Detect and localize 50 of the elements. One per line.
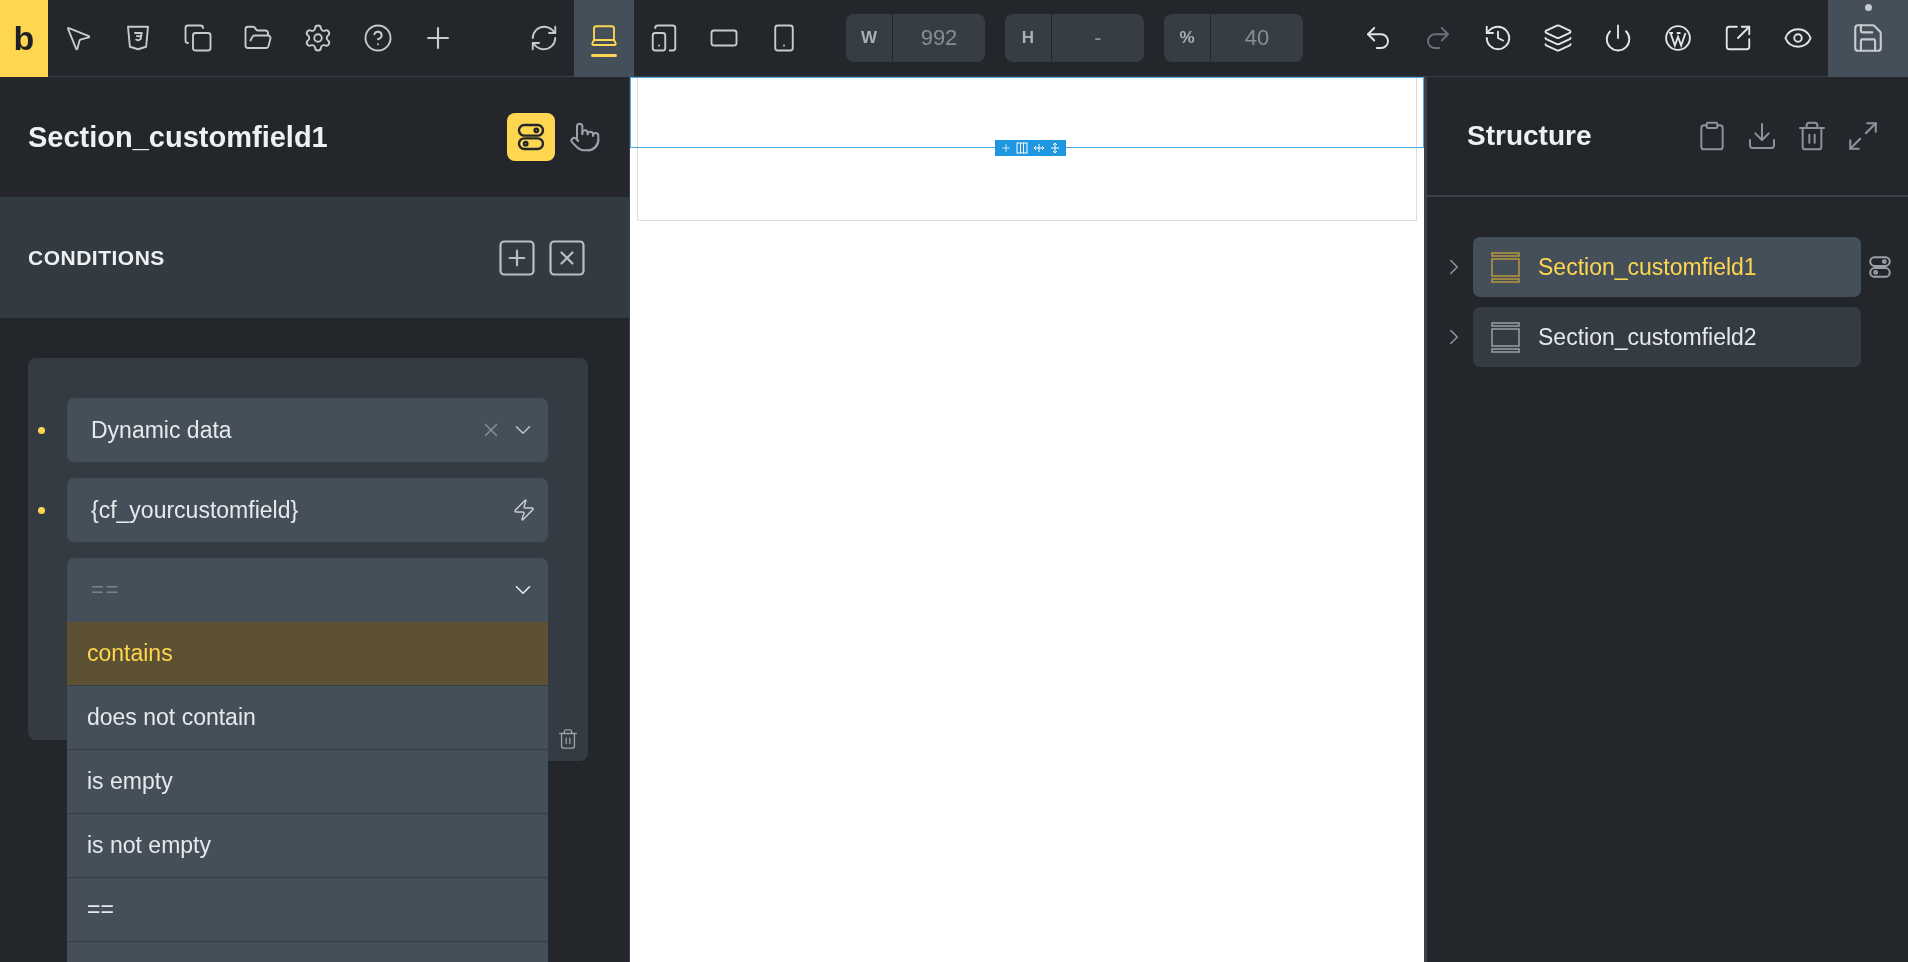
trash-icon[interactable]	[1796, 120, 1828, 152]
expand-icon[interactable]	[1846, 119, 1880, 153]
size-field[interactable]: W 992	[846, 14, 985, 62]
settings-icon	[303, 23, 333, 53]
dropdown-option[interactable]: contains	[67, 622, 548, 686]
save-button[interactable]	[1828, 0, 1908, 77]
item-label: Section_customfield2	[1538, 323, 1757, 351]
size-field[interactable]: H -	[1005, 14, 1144, 62]
select-placeholder: ==	[91, 577, 122, 603]
bullet-dot	[38, 506, 45, 514]
toggle-icon	[515, 121, 547, 153]
vertical-resize-icon[interactable]	[1048, 142, 1061, 154]
size-input[interactable]: 992	[893, 14, 985, 62]
pages-icon	[183, 23, 213, 53]
size-label: H	[1005, 14, 1052, 62]
size-label: W	[846, 14, 893, 62]
bullet-dot	[38, 426, 45, 434]
conditions-tab[interactable]	[507, 113, 555, 161]
unsaved-dot	[1865, 3, 1872, 11]
size-input[interactable]: -	[1052, 14, 1144, 62]
section-icon	[1491, 251, 1520, 283]
interactions-icon[interactable]	[569, 121, 601, 153]
size-input[interactable]: 40	[1211, 14, 1303, 62]
structure-item[interactable]: Section_customfield2	[1473, 307, 1861, 367]
select-field[interactable]: Dynamic data	[67, 398, 548, 462]
columns-icon[interactable]	[1016, 142, 1029, 154]
input-field[interactable]: {cf_yourcustomfield}	[67, 478, 548, 542]
size-field[interactable]: % 40	[1164, 14, 1303, 62]
structure-title: Structure	[1467, 120, 1593, 152]
logo[interactable]: b	[0, 0, 48, 77]
toggle-icon	[1867, 254, 1893, 280]
item-label: Section_customfield1	[1538, 253, 1757, 281]
lightning-icon[interactable]	[512, 498, 536, 522]
size-label: %	[1164, 14, 1211, 62]
field-value: {cf_yourcustomfield}	[91, 496, 300, 524]
tablet-icon	[649, 23, 679, 53]
structure-item[interactable]: Section_customfield1	[1473, 237, 1861, 297]
download-icon[interactable]	[1746, 120, 1778, 152]
device-button[interactable]	[574, 0, 634, 77]
section-handle-bar[interactable]	[995, 140, 1066, 156]
help-icon	[363, 23, 393, 53]
trash-icon	[557, 728, 579, 750]
section-icon	[1491, 321, 1520, 353]
conditions-heading: CONDITIONS	[28, 245, 166, 270]
active-underline	[591, 53, 617, 57]
horizontal-resize-icon[interactable]	[1032, 142, 1045, 154]
save-icon	[1851, 21, 1885, 55]
reload-icon	[529, 23, 559, 53]
element-title: Section_customfield1	[28, 120, 329, 154]
field-value: Dynamic data	[91, 416, 233, 444]
